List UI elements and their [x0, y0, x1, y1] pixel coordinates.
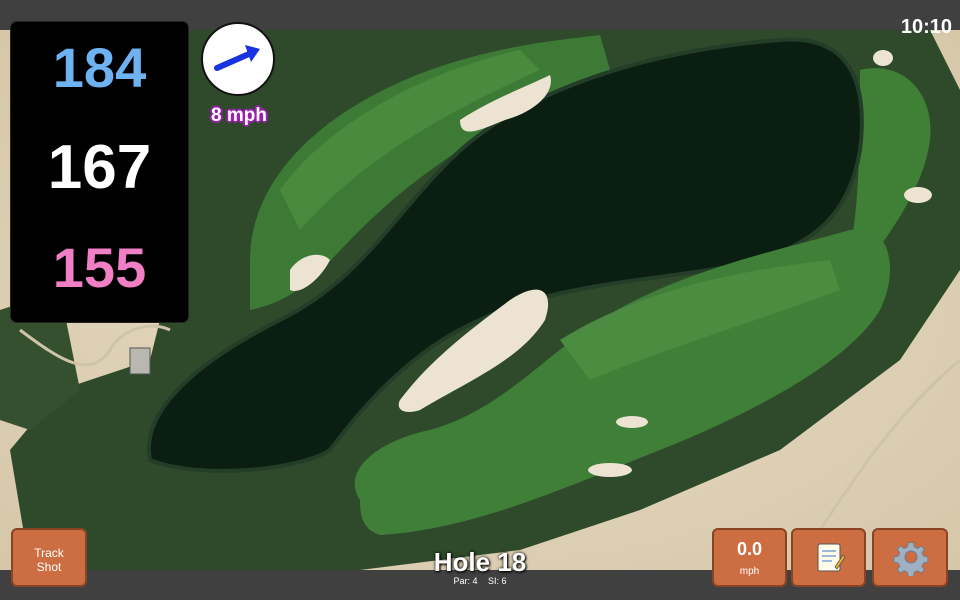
hole-par: Par: 4	[453, 576, 478, 586]
bunker	[904, 187, 932, 203]
yardage-panel: 184 167 155	[11, 22, 188, 322]
track-shot-label-line1: Track	[34, 546, 64, 560]
hole-stroke-index: SI: 6	[488, 576, 507, 586]
settings-button[interactable]	[872, 528, 948, 587]
gear-icon	[893, 542, 929, 576]
hole-info: Par: 4 SI: 6	[380, 576, 580, 586]
notes-button[interactable]	[791, 528, 866, 587]
middle-yardage: 167	[47, 133, 152, 202]
clock: 10:10	[900, 16, 952, 38]
speed-unit: mph	[739, 566, 760, 577]
wind-arrow-icon	[214, 45, 260, 71]
wind-speed-label: 8 mph	[211, 105, 267, 126]
speed-value: 0.0	[736, 539, 763, 559]
shelter-building	[129, 347, 151, 375]
front-yardage: 155	[52, 236, 147, 299]
hole-title: Hole 18	[433, 547, 527, 577]
wind-direction-indicator	[201, 22, 275, 96]
track-shot-button[interactable]: Track Shot	[11, 528, 87, 587]
track-shot-label-line2: Shot	[36, 560, 62, 574]
speed-button[interactable]: 0.0 mph	[712, 528, 787, 587]
notepad-icon	[817, 543, 846, 572]
back-yardage: 184	[52, 36, 147, 99]
bunker	[588, 463, 632, 477]
bunker	[616, 416, 648, 428]
bunker	[873, 50, 893, 66]
